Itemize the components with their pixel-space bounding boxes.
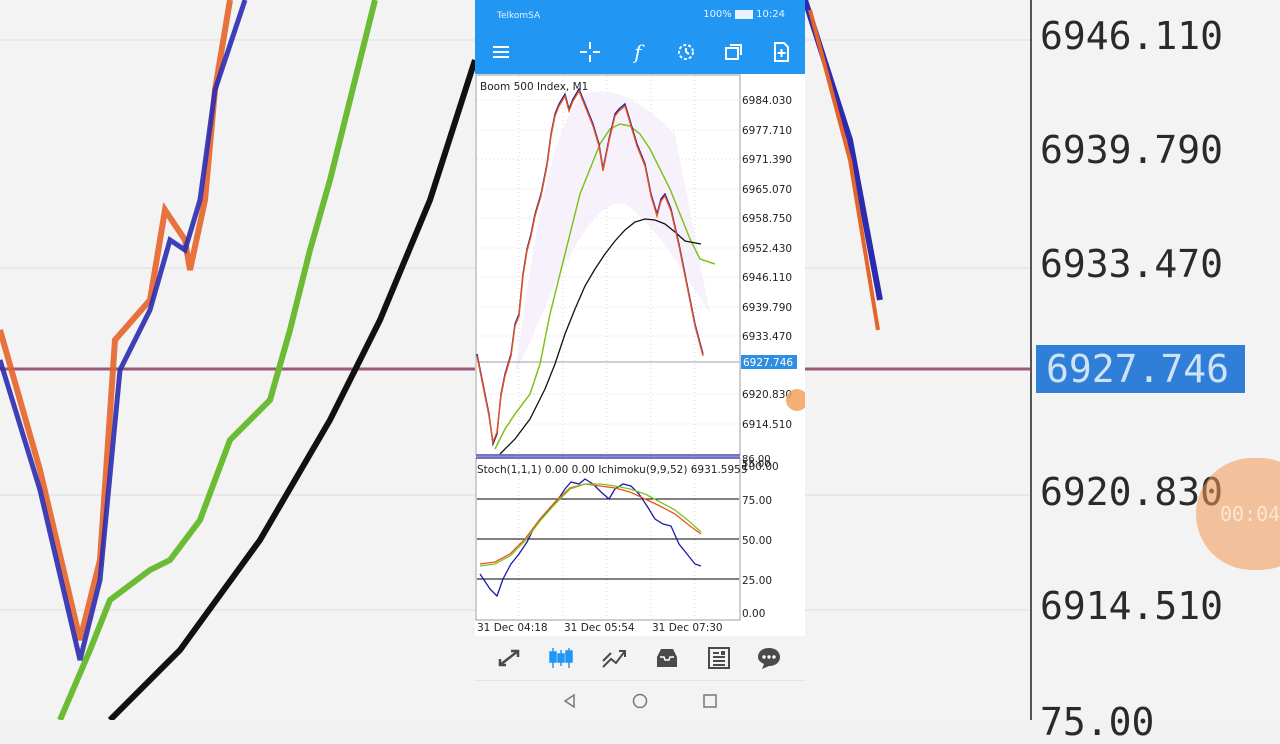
bg-current-price: 6927.746 bbox=[1036, 345, 1245, 393]
carrier-label: TelkomSA bbox=[497, 11, 541, 21]
sub-axis-label: 100.00 bbox=[742, 461, 779, 473]
bg-price-label: 6939.790 bbox=[1040, 128, 1224, 172]
window-icon[interactable] bbox=[720, 38, 748, 66]
price-axis-label: 6971.390 bbox=[742, 154, 792, 166]
trade-icon[interactable] bbox=[599, 645, 629, 671]
sub-axis-label: 75.00 bbox=[742, 495, 772, 507]
chart-icon[interactable] bbox=[546, 645, 576, 671]
time-axis-label: 31 Dec 05:54 bbox=[564, 622, 635, 634]
phone-screen: TelkomSA 100% 10:24 f 6984.030 6977.710 … bbox=[475, 0, 805, 720]
sub-axis-label: 50.00 bbox=[742, 535, 772, 547]
bg-timer: 00:04 bbox=[1220, 502, 1280, 526]
symbol-label: Boom 500 Index, M1 bbox=[480, 81, 588, 93]
price-axis-label: 6914.510 bbox=[742, 419, 792, 431]
price-axis-label: 6958.750 bbox=[742, 213, 792, 225]
price-axis-label: 6952.430 bbox=[742, 243, 792, 255]
price-axis-label: 6984.030 bbox=[742, 95, 792, 107]
sub-axis-label: 25.00 bbox=[742, 575, 772, 587]
chat-icon[interactable] bbox=[754, 645, 784, 671]
top-toolbar: f bbox=[475, 30, 805, 74]
price-axis-label: 6977.710 bbox=[742, 125, 792, 137]
sub-axis-label: 0.00 bbox=[742, 608, 765, 620]
battery-icon bbox=[734, 9, 753, 19]
price-axis-label: 6933.470 bbox=[742, 331, 792, 343]
bg-price-label: 6933.470 bbox=[1040, 242, 1224, 286]
bg-price-label: 6914.510 bbox=[1040, 584, 1224, 628]
clock: 10:24 bbox=[756, 9, 785, 20]
price-axis-label: 6920.830 bbox=[742, 389, 792, 401]
home-icon[interactable] bbox=[631, 692, 649, 710]
quotes-icon[interactable] bbox=[494, 645, 524, 671]
price-axis-label: 6946.110 bbox=[742, 272, 792, 284]
price-axis-label: 6965.070 bbox=[742, 184, 792, 196]
bg-price-label: 6946.110 bbox=[1040, 14, 1224, 58]
time-axis-label: 31 Dec 04:18 bbox=[477, 622, 548, 634]
function-icon[interactable]: f bbox=[624, 38, 652, 66]
indicator-label: Stoch(1,1,1) 0.00 0.00 Ichimoku(9,9,52) … bbox=[477, 464, 748, 476]
bottom-navigation bbox=[475, 636, 805, 680]
recents-icon[interactable] bbox=[701, 692, 719, 710]
price-chart[interactable]: 6984.030 6977.710 6971.390 6965.070 6958… bbox=[475, 74, 805, 636]
history-icon[interactable] bbox=[652, 645, 682, 671]
battery-percent: 100% bbox=[703, 9, 732, 20]
crosshair-icon[interactable] bbox=[576, 38, 604, 66]
time-axis-label: 31 Dec 07:30 bbox=[652, 622, 723, 634]
back-icon[interactable] bbox=[561, 692, 579, 710]
bg-price-label: 75.00 bbox=[1040, 700, 1155, 744]
news-icon[interactable] bbox=[704, 645, 734, 671]
status-bar: TelkomSA 100% 10:24 bbox=[475, 0, 805, 30]
system-navigation-bar bbox=[475, 680, 805, 720]
price-axis-label: 6939.790 bbox=[742, 302, 792, 314]
new-order-icon[interactable] bbox=[767, 38, 795, 66]
menu-icon[interactable] bbox=[487, 38, 515, 66]
timeframe-icon[interactable] bbox=[672, 38, 700, 66]
current-price-label: 6927.746 bbox=[743, 357, 793, 369]
